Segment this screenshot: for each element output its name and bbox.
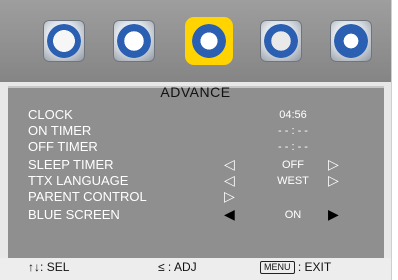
exit-hint: MENU : EXIT (260, 260, 332, 275)
setting-row-ttx-language[interactable]: TTX LANGUAGE ◁ WEST ▷ (28, 173, 348, 188)
setting-value: - - : - - (278, 141, 308, 153)
adj-label: ADJ (173, 260, 197, 274)
up-down-arrow-icon: ↑↓: (28, 260, 44, 274)
right-arrow-icon[interactable]: ▶ (328, 207, 339, 221)
setting-label: SLEEP TIMER (28, 157, 114, 172)
tab-search[interactable] (330, 20, 372, 62)
palette-icon (47, 24, 81, 58)
setting-label: BLUE SCREEN (28, 207, 120, 222)
sel-hint: ↑↓: SEL (28, 260, 69, 274)
setting-row-clock[interactable]: CLOCK 04:56 (28, 108, 348, 122)
right-arrow-icon[interactable]: ▷ (328, 173, 339, 187)
right-arrow-icon[interactable]: ▷ (224, 189, 235, 203)
setting-label: OFF TIMER (28, 139, 98, 154)
left-arrow-icon[interactable]: ◀ (224, 207, 235, 221)
setting-row-on-timer[interactable]: ON TIMER - - : - - (28, 124, 348, 138)
setting-label: PARENT CONTROL (28, 189, 147, 204)
wrench-screwdriver-icon (192, 24, 226, 58)
menu-key-icon: MENU (260, 261, 295, 275)
sel-label: SEL (46, 260, 70, 274)
setting-value: ON (284, 209, 302, 221)
tab-teletext[interactable] (260, 20, 302, 62)
setting-value: OFF (282, 159, 304, 171)
left-arrow-icon[interactable]: ◁ (224, 157, 235, 171)
setting-value: - - : - - (278, 125, 308, 137)
setting-value: 04:56 (279, 109, 307, 121)
setting-value: WEST (277, 175, 309, 187)
setting-row-off-timer[interactable]: OFF TIMER - - : - - (28, 140, 348, 154)
tab-picture[interactable] (43, 20, 85, 62)
setting-label: TTX LANGUAGE (28, 173, 129, 188)
tab-advance[interactable] (188, 20, 230, 62)
left-arrow-icon[interactable]: ◁ (224, 173, 235, 187)
osd-window: ADVANCE CLOCK 04:56 ON TIMER - - : - - O… (0, 0, 392, 280)
tv-screen-icon (264, 24, 298, 58)
setting-row-sleep-timer[interactable]: SLEEP TIMER ◁ OFF ▷ (28, 157, 348, 172)
adj-hint: ≤ : ADJ (158, 260, 197, 274)
left-right-icon: ≤ : (158, 260, 172, 274)
right-arrow-icon[interactable]: ▷ (328, 157, 339, 171)
exit-label: EXIT (304, 260, 332, 274)
tab-sound[interactable] (113, 20, 155, 62)
magnifier-icon (334, 24, 368, 58)
setting-row-parent-control[interactable]: PARENT CONTROL ▷ (28, 189, 348, 204)
setting-row-blue-screen[interactable]: BLUE SCREEN ◀ ON ▶ (28, 207, 348, 222)
page-title: ADVANCE (160, 84, 231, 100)
music-note-icon (117, 24, 151, 58)
setting-label: CLOCK (28, 107, 73, 122)
setting-label: ON TIMER (28, 123, 92, 138)
